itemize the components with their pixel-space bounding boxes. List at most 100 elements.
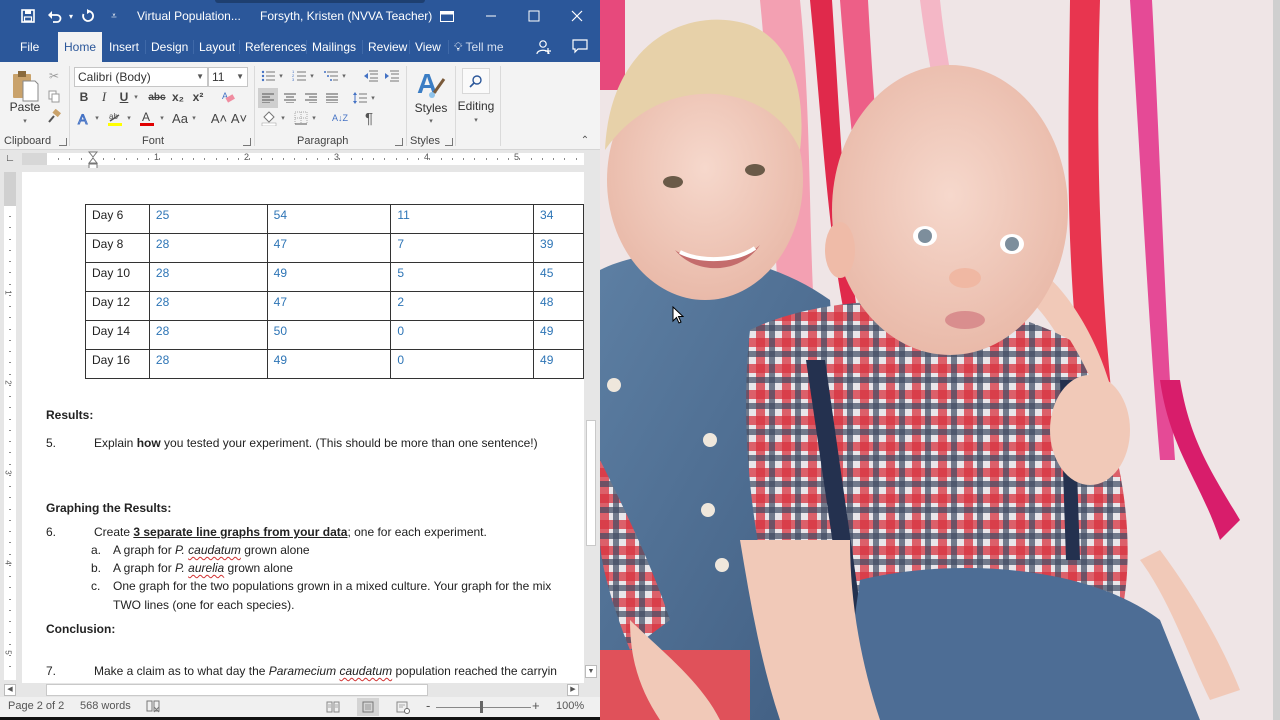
shrink-font-button[interactable]: A˅	[230, 109, 248, 127]
vertical-ruler[interactable]: 1 2 3 4 5	[4, 172, 16, 680]
table-cell-value[interactable]: 28	[148, 349, 268, 379]
italic-button[interactable]: I	[97, 89, 111, 105]
tab-design[interactable]: Design	[145, 32, 194, 62]
styles-icon[interactable]: A	[414, 68, 448, 102]
document-page[interactable]: Day 6 25 54 11 34 Day 8 28 47 7 39 Day 10 28 49 5 45 Da…	[22, 172, 584, 692]
highlight-icon[interactable]: ab	[106, 108, 124, 128]
word-count[interactable]: 568 words	[80, 700, 131, 712]
bold-button[interactable]: B	[77, 89, 91, 105]
table-cell-value[interactable]: 45	[533, 262, 584, 292]
print-layout-icon[interactable]	[357, 698, 379, 716]
comments-icon[interactable]	[566, 32, 594, 62]
chevron-down-icon[interactable]: ▼	[196, 68, 204, 86]
tab-references[interactable]: References	[239, 32, 312, 62]
maximize-icon[interactable]	[519, 4, 549, 28]
align-center-button[interactable]	[280, 88, 300, 108]
editing-dropdown-icon[interactable]: ▾	[469, 115, 483, 125]
scroll-right-button[interactable]: ▶	[567, 684, 579, 696]
tab-home[interactable]: Home	[58, 32, 103, 62]
borders-icon[interactable]	[292, 109, 310, 127]
horizontal-scrollbar[interactable]: ◀ ▶	[0, 683, 600, 697]
table-cell-value[interactable]: 34	[533, 204, 584, 234]
zoom-slider-thumb[interactable]	[480, 701, 483, 713]
table-cell-value[interactable]: 2	[390, 291, 535, 321]
ribbon-display-options-icon[interactable]	[432, 4, 462, 28]
paste-button[interactable]: Paste	[8, 100, 42, 114]
save-icon[interactable]	[18, 6, 38, 26]
text-effects-icon[interactable]: A	[76, 109, 92, 127]
tab-insert[interactable]: Insert	[103, 32, 145, 62]
tell-me-box[interactable]: 💡︎ Tell me	[448, 32, 510, 62]
underline-button[interactable]: U	[117, 89, 131, 105]
bullets-icon[interactable]	[259, 68, 277, 84]
scroll-down-button[interactable]: ▼	[585, 665, 597, 678]
change-case-button[interactable]: Aa	[170, 109, 190, 127]
table-cell-value[interactable]: 25	[148, 204, 268, 234]
vertical-scrollbar[interactable]: ▼	[584, 168, 598, 683]
underline-dropdown-icon[interactable]: ▾	[132, 92, 140, 102]
find-button[interactable]	[462, 68, 490, 94]
zoom-out-button[interactable]: -	[426, 698, 430, 713]
collapse-ribbon-icon[interactable]: ⌃	[578, 134, 592, 146]
proofing-icon[interactable]	[146, 699, 160, 716]
vertical-scroll-thumb[interactable]	[586, 420, 596, 546]
share-icon[interactable]	[530, 32, 558, 62]
styles-launcher-icon[interactable]	[445, 138, 453, 146]
styles-button[interactable]: Styles	[411, 100, 451, 116]
minimize-icon[interactable]	[476, 4, 506, 28]
table-cell-value[interactable]: 49	[266, 262, 392, 292]
increase-indent-icon[interactable]	[383, 68, 401, 84]
table-cell-value[interactable]: 28	[148, 291, 268, 321]
read-mode-icon[interactable]	[322, 698, 344, 716]
align-right-button[interactable]	[301, 88, 321, 108]
table-cell-value[interactable]: 50	[266, 320, 392, 350]
subscript-button[interactable]: x₂	[170, 89, 186, 105]
table-cell-value[interactable]: 11	[390, 204, 535, 234]
line-spacing-icon[interactable]	[351, 88, 369, 108]
font-color-dropdown-icon[interactable]: ▾	[158, 113, 166, 123]
editing-button[interactable]: Editing	[455, 98, 497, 114]
highlight-dropdown-icon[interactable]: ▾	[125, 113, 133, 123]
multilevel-list-icon[interactable]	[322, 68, 340, 84]
numbering-dropdown-icon[interactable]: ▾	[308, 71, 316, 81]
font-name-combo[interactable]: Calibri (Body) ▼	[74, 67, 208, 87]
redo-icon[interactable]	[78, 6, 98, 26]
show-formatting-button[interactable]: ¶	[360, 109, 378, 127]
table-cell-day[interactable]: Day 8	[85, 233, 150, 263]
paste-dropdown-icon[interactable]: ▾	[18, 116, 32, 126]
table-cell-day[interactable]: Day 6	[85, 204, 150, 234]
copy-icon[interactable]	[46, 88, 62, 104]
table-cell-value[interactable]: 49	[533, 349, 584, 379]
horizontal-ruler[interactable]: 1 2 3 4 5	[22, 152, 584, 165]
text-effects-dropdown-icon[interactable]: ▾	[93, 113, 101, 123]
close-icon[interactable]	[562, 4, 592, 28]
tab-layout[interactable]: Layout	[193, 32, 241, 62]
font-color-icon[interactable]: A	[138, 108, 156, 128]
tab-file[interactable]: File	[14, 32, 45, 62]
bullets-dropdown-icon[interactable]: ▾	[277, 71, 285, 81]
clipboard-launcher-icon[interactable]	[59, 138, 67, 146]
clear-formatting-icon[interactable]: A	[220, 89, 236, 105]
borders-dropdown-icon[interactable]: ▾	[310, 113, 318, 123]
change-case-dropdown-icon[interactable]: ▾	[190, 113, 198, 123]
multilevel-dropdown-icon[interactable]: ▾	[340, 71, 348, 81]
table-cell-day[interactable]: Day 16	[85, 349, 150, 379]
table-cell-value[interactable]: 0	[390, 320, 535, 350]
line-spacing-dropdown-icon[interactable]: ▾	[369, 93, 377, 103]
table-cell-value[interactable]: 28	[148, 320, 268, 350]
table-cell-value[interactable]: 47	[266, 233, 392, 263]
sort-button[interactable]: A↓Z	[330, 109, 350, 127]
table-cell-value[interactable]: 0	[390, 349, 535, 379]
table-cell-day[interactable]: Day 14	[85, 320, 150, 350]
table-cell-value[interactable]: 39	[533, 233, 584, 263]
table-cell-day[interactable]: Day 12	[85, 291, 150, 321]
paste-icon[interactable]	[8, 68, 42, 104]
paragraph-launcher-icon[interactable]	[395, 138, 403, 146]
table-cell-day[interactable]: Day 10	[85, 262, 150, 292]
table-cell-value[interactable]: 54	[266, 204, 392, 234]
horizontal-scroll-thumb[interactable]	[46, 684, 428, 696]
tab-view[interactable]: View	[409, 32, 447, 62]
shading-dropdown-icon[interactable]: ▾	[279, 113, 287, 123]
cut-icon[interactable]: ✂	[46, 68, 62, 84]
tab-review[interactable]: Review	[362, 32, 413, 62]
